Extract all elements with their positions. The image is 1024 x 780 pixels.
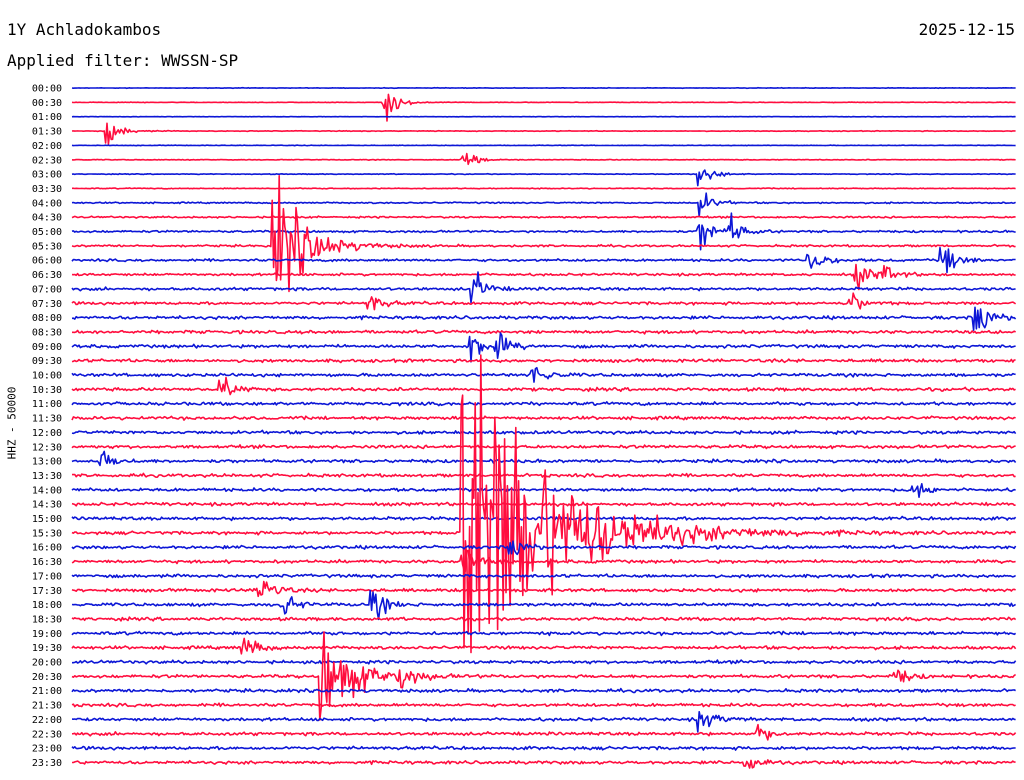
row-tick-label: 06:00 xyxy=(32,256,62,267)
trace-row xyxy=(71,573,1017,579)
trace-row xyxy=(71,515,1017,522)
row-tick-label: 10:00 xyxy=(32,371,62,382)
row-tick-label: 23:00 xyxy=(32,744,62,755)
row-tick-label: 23:30 xyxy=(32,758,62,769)
row-tick-label: 15:00 xyxy=(32,514,62,525)
row-tick-label: 13:30 xyxy=(32,471,62,482)
row-tick-label: 12:30 xyxy=(32,442,62,453)
trace-row xyxy=(71,366,1016,383)
row-tick-label: 07:30 xyxy=(32,299,62,310)
row-tick-label: 21:30 xyxy=(32,701,62,712)
trace-row xyxy=(71,702,1016,708)
trace-row xyxy=(71,631,1017,721)
trace-row xyxy=(71,415,1016,421)
trace-row xyxy=(72,659,1017,665)
trace-row xyxy=(71,429,1017,436)
row-tick-label: 16:00 xyxy=(32,543,62,554)
row-tick-label: 11:00 xyxy=(32,399,62,410)
trace-row xyxy=(71,501,1016,507)
row-tick-label: 08:30 xyxy=(32,327,62,338)
row-tick-label: 03:00 xyxy=(32,170,62,181)
trace-row xyxy=(72,472,1016,478)
trace-row xyxy=(71,637,1017,655)
trace-row xyxy=(72,759,1016,769)
trace-row xyxy=(71,192,1016,218)
trace-row xyxy=(71,540,1017,556)
row-tick-label: 21:00 xyxy=(32,686,62,697)
trace-row xyxy=(71,292,1017,311)
trace-row xyxy=(71,444,1016,450)
trace-row xyxy=(71,745,1016,751)
row-tick-label: 19:30 xyxy=(32,643,62,654)
row-tick-label: 18:30 xyxy=(32,614,62,625)
row-tick-label: 22:30 xyxy=(32,729,62,740)
row-tick-label: 12:00 xyxy=(32,428,62,439)
row-tick-label: 20:30 xyxy=(32,672,62,683)
row-tick-label: 10:30 xyxy=(32,385,62,396)
trace-row xyxy=(71,723,1017,741)
row-tick-label: 02:30 xyxy=(32,155,62,166)
trace-row xyxy=(71,687,1016,694)
row-tick-label: 07:00 xyxy=(32,284,62,295)
trace-row xyxy=(71,401,1017,407)
row-tick-label: 16:30 xyxy=(32,557,62,568)
row-tick-label: 01:00 xyxy=(32,112,62,123)
trace-row xyxy=(71,169,1016,187)
trace-row xyxy=(71,711,1016,733)
trace-row xyxy=(71,152,1016,166)
row-tick-label: 18:00 xyxy=(32,600,62,611)
row-tick-label: 09:00 xyxy=(32,342,62,353)
row-tick-label: 17:30 xyxy=(32,586,62,597)
trace-row xyxy=(71,215,1016,219)
row-tick-label: 02:00 xyxy=(32,141,62,152)
trace-row xyxy=(71,306,1017,331)
trace-row xyxy=(71,332,1016,363)
trace-row xyxy=(71,246,1016,274)
row-tick-label: 08:00 xyxy=(32,313,62,324)
trace-row xyxy=(71,589,1017,621)
trace-row xyxy=(71,376,1016,396)
row-tick-label: 17:00 xyxy=(32,571,62,582)
trace-row xyxy=(71,630,1017,637)
row-tick-label: 14:30 xyxy=(32,500,62,511)
row-tick-label: 06:30 xyxy=(32,270,62,281)
trace-row xyxy=(71,616,1017,622)
row-tick-label: 09:30 xyxy=(32,356,62,367)
trace-row xyxy=(71,358,1016,364)
row-tick-label: 03:30 xyxy=(32,184,62,195)
helicorder-plot: 00:00 00:30 01:00 01:30 02:00 02:30 03:00 03:30… xyxy=(32,84,1017,769)
trace-row xyxy=(71,263,1016,291)
tick-label-group: 00:00 00:30 01:00 01:30 02:00 02:30 03:00 03:30… xyxy=(32,84,62,769)
row-tick-label: 00:00 xyxy=(32,84,62,95)
trace-row xyxy=(71,122,1016,145)
trace-row xyxy=(72,329,1016,335)
trace-group xyxy=(71,86,1017,769)
row-tick-label: 19:00 xyxy=(32,629,62,640)
row-tick-label: 05:30 xyxy=(32,241,62,252)
trace-row xyxy=(71,450,1017,467)
row-tick-label: 14:00 xyxy=(32,485,62,496)
row-tick-label: 13:00 xyxy=(32,457,62,468)
row-tick-label: 11:30 xyxy=(32,414,62,425)
trace-row xyxy=(72,187,1016,190)
row-tick-label: 01:30 xyxy=(32,127,62,138)
row-tick-label: 04:00 xyxy=(32,198,62,209)
trace-row xyxy=(71,144,1016,147)
row-tick-label: 22:00 xyxy=(32,715,62,726)
row-tick-label: 00:30 xyxy=(32,98,62,109)
trace-row xyxy=(71,580,1016,598)
trace-row xyxy=(71,212,1016,251)
row-tick-label: 05:00 xyxy=(32,227,62,238)
row-tick-label: 04:30 xyxy=(32,213,62,224)
trace-row xyxy=(71,549,1016,572)
row-tick-label: 15:30 xyxy=(32,528,62,539)
row-tick-label: 20:00 xyxy=(32,658,62,669)
trace-row xyxy=(71,86,1016,90)
